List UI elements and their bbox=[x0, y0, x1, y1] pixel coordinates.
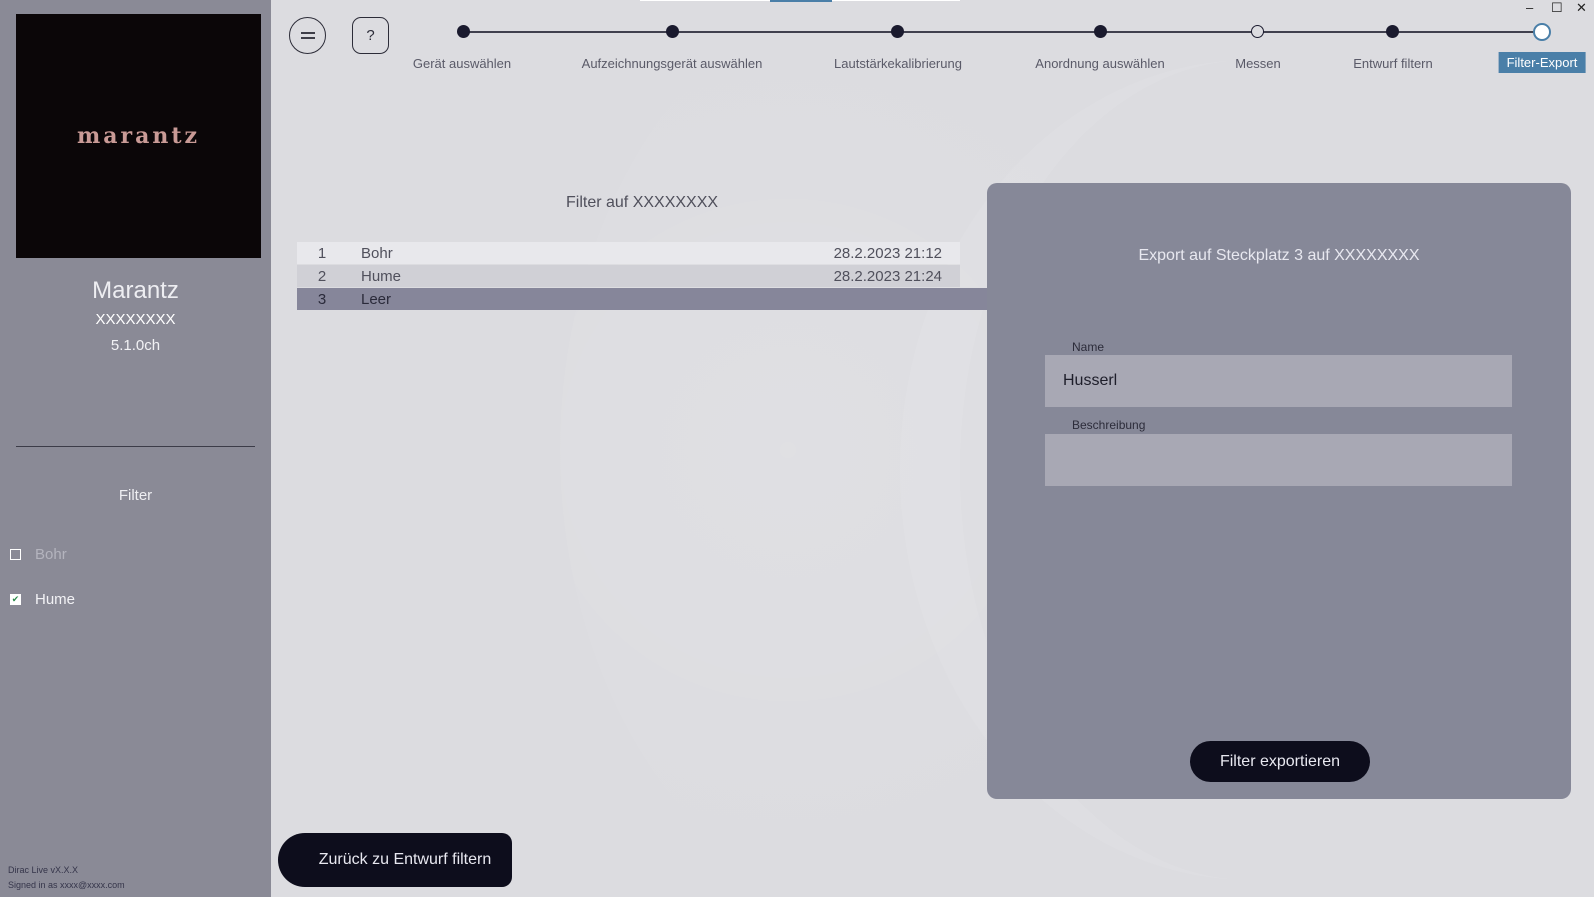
menu-button[interactable] bbox=[289, 17, 326, 54]
device-name: Marantz bbox=[92, 277, 179, 304]
row-name: Hume bbox=[361, 267, 402, 285]
help-button[interactable]: ? bbox=[352, 17, 389, 54]
row-number: 1 bbox=[317, 244, 327, 262]
sidebar: marantz Marantz XXXXXXXX 5.1.0ch Filter … bbox=[0, 0, 271, 897]
step-label-messen[interactable]: Messen bbox=[1235, 56, 1281, 71]
top-tab-indicator bbox=[770, 0, 832, 2]
back-to-filter-design-button[interactable]: Zurück zu Entwurf filtern bbox=[278, 833, 512, 887]
filter-checkbox-hume[interactable]: ✔ Hume bbox=[10, 591, 75, 608]
slots-title: Filter auf XXXXXXXX bbox=[566, 194, 719, 211]
step-label-geraet[interactable]: Gerät auswählen bbox=[413, 56, 511, 71]
step-dot-lautstaerke[interactable] bbox=[891, 25, 904, 38]
signed-in-user: Signed in as xxxx@xxxx.com bbox=[8, 880, 125, 890]
filter-label-bohr: Bohr bbox=[35, 546, 67, 563]
menu-lines-icon bbox=[300, 31, 315, 39]
row-name: Bohr bbox=[361, 244, 393, 262]
export-title: Export auf Steckplatz 3 auf XXXXXXXX bbox=[1138, 247, 1420, 264]
device-channels: 5.1.0ch bbox=[110, 337, 161, 354]
help-question-icon: ? bbox=[366, 27, 375, 44]
row-date: 28.2.2023 21:24 bbox=[833, 267, 942, 285]
step-dot-entwurf[interactable] bbox=[1386, 25, 1399, 38]
row-number: 3 bbox=[317, 290, 327, 308]
minimize-icon[interactable]: – bbox=[1526, 0, 1533, 15]
brand-logo: marantz bbox=[16, 14, 261, 258]
filter-checkbox-bohr[interactable]: Bohr bbox=[10, 546, 67, 563]
device-serial: XXXXXXXX bbox=[95, 311, 176, 328]
table-row[interactable]: 2 Hume 28.2.2023 21:24 bbox=[297, 265, 960, 287]
step-label-aufzeichnung[interactable]: Aufzeichnungsgerät auswählen bbox=[582, 56, 763, 71]
export-filter-button[interactable]: Filter exportieren bbox=[1190, 741, 1370, 782]
step-dot-messen[interactable] bbox=[1251, 25, 1264, 38]
table-row[interactable]: 1 Bohr 28.2.2023 21:12 bbox=[297, 242, 960, 264]
step-label-entwurf[interactable]: Entwurf filtern bbox=[1353, 56, 1432, 71]
description-label: Beschreibung bbox=[1072, 418, 1146, 432]
sidebar-divider bbox=[16, 446, 255, 447]
step-label-lautstaerke[interactable]: Lautstärkekalibrierung bbox=[834, 56, 962, 71]
name-label: Name bbox=[1072, 340, 1105, 354]
step-dot-aufzeichnung[interactable] bbox=[666, 25, 679, 38]
description-input[interactable] bbox=[1045, 434, 1512, 486]
maximize-icon[interactable]: ☐ bbox=[1551, 0, 1563, 16]
row-number: 2 bbox=[317, 267, 327, 285]
checkbox-unchecked-icon[interactable] bbox=[10, 549, 21, 560]
export-panel: Export auf Steckplatz 3 auf XXXXXXXX Nam… bbox=[987, 183, 1571, 799]
filter-label-hume: Hume bbox=[35, 591, 76, 608]
checkbox-checked-icon[interactable]: ✔ bbox=[10, 594, 21, 605]
stepper-line bbox=[463, 31, 1542, 33]
filter-heading: Filter bbox=[118, 487, 153, 504]
step-dot-geraet[interactable] bbox=[457, 25, 470, 38]
row-date: 28.2.2023 21:12 bbox=[833, 244, 942, 262]
step-label-anordnung[interactable]: Anordnung auswählen bbox=[1035, 56, 1164, 71]
close-icon[interactable]: ✕ bbox=[1576, 0, 1587, 16]
step-label-filter-export[interactable]: Filter-Export bbox=[1498, 52, 1586, 73]
step-dot-filter-export[interactable] bbox=[1533, 23, 1551, 41]
app-version: Dirac Live vX.X.X bbox=[8, 865, 79, 875]
row-name: Leer bbox=[361, 290, 392, 308]
name-input[interactable] bbox=[1045, 355, 1512, 407]
brand-logo-text: marantz bbox=[76, 123, 201, 149]
step-dot-anordnung[interactable] bbox=[1094, 25, 1107, 38]
table-row-selected[interactable]: 3 Leer bbox=[297, 288, 987, 310]
